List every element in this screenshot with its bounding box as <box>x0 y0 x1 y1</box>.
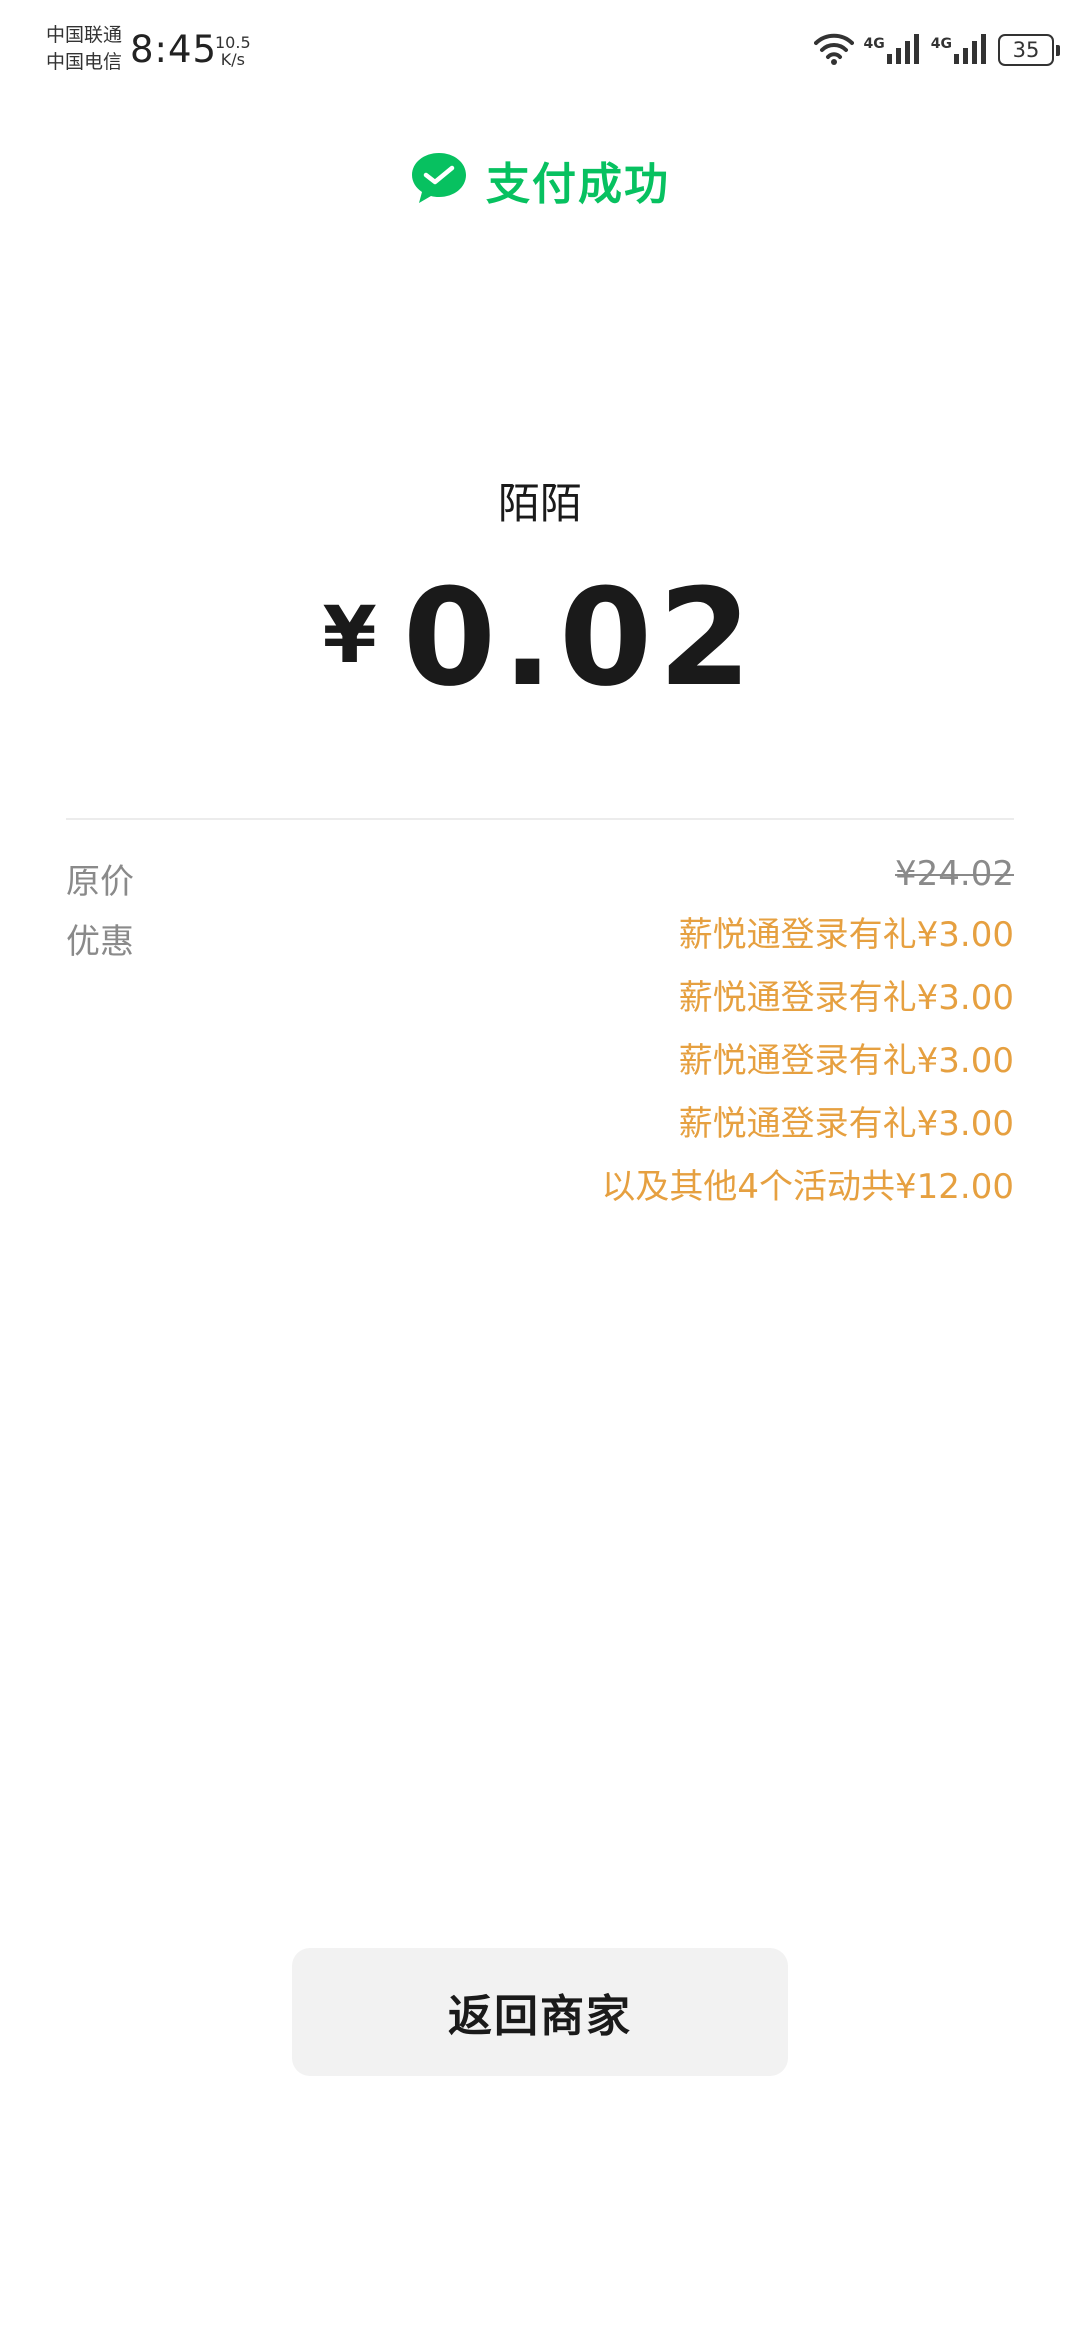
discount-item: 薪悦通登录有礼¥3.00 <box>678 1104 1014 1144</box>
discount-list: 薪悦通登录有礼¥3.00 薪悦通登录有礼¥3.00 薪悦通登录有礼¥3.00 薪… <box>601 904 1014 1219</box>
wechat-pay-check-icon <box>410 151 468 209</box>
discount-item: 薪悦通登录有礼¥3.00 <box>678 1041 1014 1081</box>
page-title: 支付成功 <box>486 159 670 210</box>
network-speed: 10.5 K/s <box>215 34 251 68</box>
signal-bars-icon <box>954 32 988 68</box>
clock: 8:45 <box>130 28 218 71</box>
wifi-icon <box>813 31 854 69</box>
original-price-label: 原价 <box>66 862 134 902</box>
original-price-value: ¥24.02 <box>895 854 1014 894</box>
carrier-1: 中国联通 <box>46 24 123 46</box>
carrier-2: 中国电信 <box>46 51 123 73</box>
signal-bars-icon <box>886 32 921 68</box>
sim2-signal: 4G <box>931 32 988 68</box>
payment-success-header: 支付成功 <box>0 148 1080 212</box>
sim1-network-label: 4G <box>863 36 885 52</box>
status-bar: 中国联通 中国电信 8:45 10.5 K/s 4G 4G 35 <box>0 0 1080 100</box>
currency-symbol: ¥ <box>322 591 377 681</box>
carrier-info: 中国联通 中国电信 <box>46 22 122 76</box>
back-to-merchant-button[interactable]: 返回商家 <box>292 1948 788 2076</box>
discount-label: 优惠 <box>66 922 134 962</box>
merchant-name: 陌陌 <box>497 479 582 528</box>
discount-item: 薪悦通登录有礼¥3.00 <box>678 915 1014 955</box>
amount-value: 0.02 <box>402 560 758 716</box>
sim1-signal: 4G <box>864 32 921 68</box>
discount-item: 薪悦通登录有礼¥3.00 <box>678 978 1014 1018</box>
sim2-network-label: 4G <box>930 36 952 52</box>
battery-level: 35 <box>998 34 1054 66</box>
discount-summary: 以及其他4个活动共¥12.00 <box>601 1167 1014 1207</box>
payment-amount: ¥ 0.02 <box>0 560 1080 716</box>
network-speed-value: 10.5 <box>215 33 251 52</box>
system-icons: 4G 4G 35 <box>813 30 1060 70</box>
battery-icon: 35 <box>998 34 1060 66</box>
network-speed-unit: K/s <box>220 50 245 69</box>
divider <box>66 818 1014 820</box>
